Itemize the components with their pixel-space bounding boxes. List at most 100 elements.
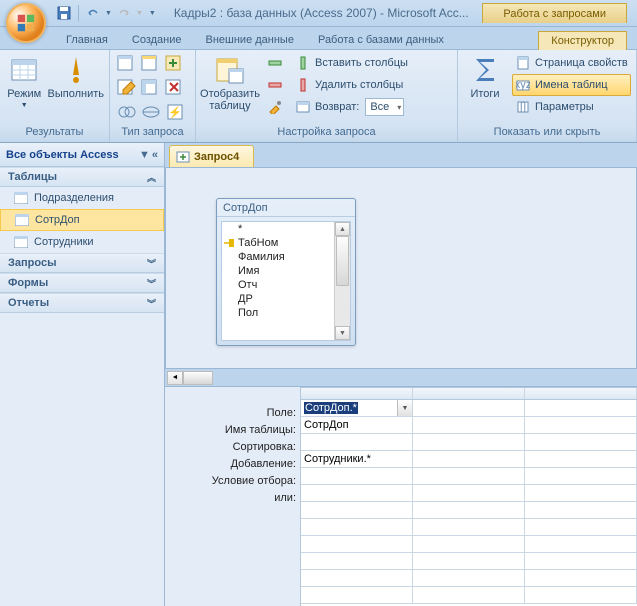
- builder-icon: [267, 99, 283, 115]
- insert-rows-button[interactable]: [264, 52, 286, 74]
- field-item-tabnom[interactable]: ТабНом: [222, 236, 350, 250]
- field-list-scrollbar[interactable]: ▲▼: [334, 222, 350, 340]
- delete-query-icon[interactable]: [165, 78, 189, 100]
- svg-text:[]: []: [520, 101, 526, 113]
- svg-text:xyz: xyz: [516, 79, 530, 91]
- save-icon[interactable]: [56, 5, 72, 21]
- label-criteria: Условие отбора:: [165, 473, 296, 490]
- return-combo[interactable]: Все: [365, 98, 404, 116]
- update-query-icon[interactable]: [117, 78, 141, 100]
- select-query-icon[interactable]: [117, 54, 141, 76]
- nav-cat-tables[interactable]: Таблицы︽: [0, 167, 164, 187]
- collapse-up-icon: ︽: [147, 171, 156, 184]
- run-button[interactable]: Выполнить: [47, 52, 105, 102]
- table-icon: [14, 236, 28, 248]
- nav-menu-icon[interactable]: ▼: [139, 149, 150, 161]
- redo-icon[interactable]: [116, 5, 132, 21]
- return-rows-control[interactable]: Возврат:Все: [292, 96, 411, 118]
- query-design-upper[interactable]: СотрДоп * ТабНом Фамилия Имя Отч ДР Пол …: [165, 167, 637, 368]
- cell-table-2[interactable]: [413, 417, 525, 433]
- view-button[interactable]: Режим ▼: [4, 52, 45, 114]
- contextual-tab-label: Работа с запросами: [482, 3, 627, 23]
- cell-field-3[interactable]: [525, 400, 637, 416]
- label-sort: Сортировка:: [165, 439, 296, 456]
- table-field-list[interactable]: СотрДоп * ТабНом Фамилия Имя Отч ДР Пол …: [216, 198, 356, 346]
- col-selector-1[interactable]: [301, 388, 413, 399]
- cell-sort-2[interactable]: [413, 434, 525, 450]
- passthrough-query-icon[interactable]: [141, 102, 165, 124]
- h-scroll-thumb[interactable]: [183, 371, 213, 385]
- cell-append-2[interactable]: [413, 451, 525, 467]
- parameters-icon: []: [515, 99, 531, 115]
- parameters-button[interactable]: []Параметры: [512, 96, 631, 118]
- table-icon: [15, 214, 29, 226]
- label-field: Поле:: [165, 405, 296, 422]
- show-table-button[interactable]: Отобразить таблицу: [200, 52, 260, 114]
- append-query-icon: [176, 150, 190, 164]
- append-query-icon[interactable]: [165, 54, 189, 76]
- show-table-label: Отобразить таблицу: [200, 88, 260, 112]
- cell-or-1[interactable]: [301, 485, 413, 501]
- redo-dropdown-icon: ▼: [136, 10, 143, 17]
- cell-table-3[interactable]: [525, 417, 637, 433]
- pane-splitter[interactable]: ◄: [165, 368, 637, 386]
- nav-cat-queries[interactable]: Запросы︾: [0, 253, 164, 273]
- data-definition-icon[interactable]: ⚡: [165, 102, 189, 124]
- scroll-left-icon[interactable]: ◄: [167, 371, 183, 385]
- totals-button[interactable]: Итоги: [462, 52, 508, 102]
- cell-crit-1[interactable]: [301, 468, 413, 484]
- builder-button[interactable]: [264, 96, 286, 118]
- field-item-star[interactable]: *: [222, 222, 350, 236]
- ribbon: Режим ▼ Выполнить Результаты ⚡ Тип запро…: [0, 50, 637, 143]
- cell-sort-3[interactable]: [525, 434, 637, 450]
- union-query-icon[interactable]: [117, 102, 141, 124]
- table-box-title[interactable]: СотрДоп: [217, 199, 355, 217]
- grid-columns[interactable]: СотрДоп.*▼ СотрДоп Сотрудники.*: [300, 387, 637, 606]
- field-item-otch[interactable]: Отч: [222, 278, 350, 292]
- col-selector-3[interactable]: [525, 388, 637, 399]
- sigma-icon: [469, 54, 501, 86]
- cell-or-3[interactable]: [525, 485, 637, 501]
- dropdown-icon[interactable]: ▼: [397, 400, 412, 416]
- delete-columns-button[interactable]: Удалить столбцы: [292, 74, 411, 96]
- cell-sort-1[interactable]: [301, 434, 413, 450]
- field-item-pol[interactable]: Пол: [222, 306, 350, 320]
- doc-tab-query4[interactable]: Запрос4: [169, 145, 254, 167]
- tab-design[interactable]: Конструктор: [538, 31, 627, 50]
- expand-down-icon: ︾: [147, 257, 156, 270]
- crosstab-query-icon[interactable]: [141, 78, 165, 100]
- undo-dropdown-icon[interactable]: ▼: [105, 10, 112, 17]
- cell-crit-2[interactable]: [413, 468, 525, 484]
- office-button[interactable]: [6, 3, 46, 43]
- property-sheet-button[interactable]: Страница свойств: [512, 52, 631, 74]
- insert-columns-button[interactable]: Вставить столбцы: [292, 52, 411, 74]
- cell-append-1[interactable]: Сотрудники.*: [301, 451, 413, 467]
- cell-table-1[interactable]: СотрДоп: [301, 417, 413, 433]
- field-item-familia[interactable]: Фамилия: [222, 250, 350, 264]
- nav-cat-forms[interactable]: Формы︾: [0, 273, 164, 293]
- tab-create[interactable]: Создание: [120, 31, 194, 49]
- col-selector-2[interactable]: [413, 388, 525, 399]
- tab-home[interactable]: Главная: [54, 31, 120, 49]
- qat-customize-icon[interactable]: ▼: [149, 10, 156, 17]
- field-item-imya[interactable]: Имя: [222, 264, 350, 278]
- delete-rows-button[interactable]: [264, 74, 286, 96]
- field-item-dr[interactable]: ДР: [222, 292, 350, 306]
- cell-field-1[interactable]: СотрДоп.*▼: [301, 400, 413, 416]
- cell-field-2[interactable]: [413, 400, 525, 416]
- nav-item-employees[interactable]: Сотрудники: [0, 231, 164, 253]
- nav-item-sotrdop[interactable]: СотрДоп: [0, 209, 164, 231]
- table-names-button[interactable]: xyzИмена таблиц: [512, 74, 631, 96]
- make-table-query-icon[interactable]: [141, 54, 165, 76]
- nav-cat-reports[interactable]: Отчеты︾: [0, 293, 164, 313]
- cell-crit-3[interactable]: [525, 468, 637, 484]
- cell-append-3[interactable]: [525, 451, 637, 467]
- cell-or-2[interactable]: [413, 485, 525, 501]
- nav-header[interactable]: Все объекты Access ▼«: [0, 143, 164, 167]
- nav-collapse-icon[interactable]: «: [152, 149, 158, 161]
- tab-dbtools[interactable]: Работа с базами данных: [306, 31, 456, 49]
- tab-external[interactable]: Внешние данные: [194, 31, 306, 49]
- delete-cols-icon: [295, 77, 311, 93]
- nav-item-departments[interactable]: Подразделения: [0, 187, 164, 209]
- undo-icon[interactable]: [85, 5, 101, 21]
